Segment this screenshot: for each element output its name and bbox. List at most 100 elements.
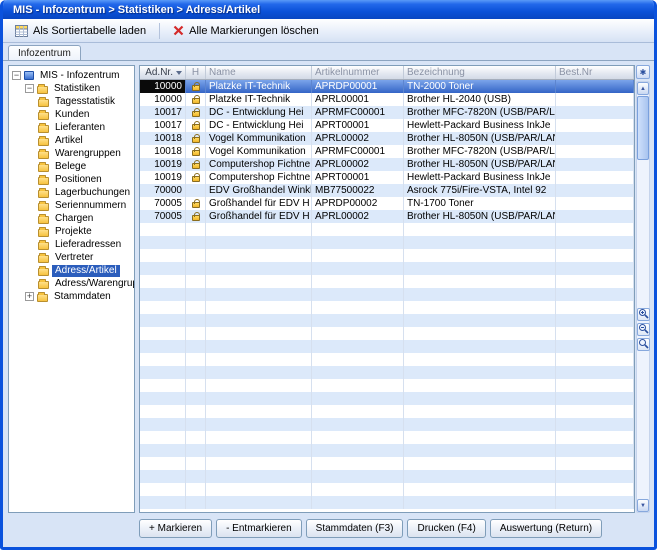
column-config-button[interactable]: ✱: [636, 65, 650, 79]
table-row-empty[interactable]: [140, 301, 634, 314]
table-row-empty[interactable]: [140, 379, 634, 392]
tree-item-stammdaten[interactable]: +Stammdaten: [9, 290, 134, 303]
table-row-empty[interactable]: [140, 353, 634, 366]
tree: −MIS - Infozentrum−StatistikenTagesstati…: [8, 65, 135, 513]
table-row[interactable]: 10017DC - Entwicklung HeiAPRT00001Hewlet…: [140, 119, 634, 132]
tree-item-adress-warengruppen[interactable]: Adress/Warengruppen: [9, 277, 134, 290]
table-row-empty[interactable]: [140, 444, 634, 457]
folder-icon: [38, 203, 49, 211]
tree-item-label: Seriennummern: [52, 200, 129, 212]
table-row[interactable]: 10018Vogel KommunikationAPRL00002Brother…: [140, 132, 634, 145]
table-row-empty[interactable]: [140, 314, 634, 327]
tree-item-lagerbuchungen[interactable]: Lagerbuchungen: [9, 186, 134, 199]
tree-item-kunden[interactable]: Kunden: [9, 108, 134, 121]
tree-item-mis-infozentrum[interactable]: −MIS - Infozentrum: [9, 69, 134, 82]
load-sort-table-button[interactable]: Als Sortiertabelle laden: [8, 22, 153, 40]
cell-empty: [404, 353, 556, 366]
column-header-bezeichnung[interactable]: Bezeichnung: [404, 66, 556, 79]
cell-h: [186, 119, 206, 132]
column-header-artikelnummer[interactable]: Artikelnummer: [312, 66, 404, 79]
cell-bestnr: [556, 210, 634, 223]
cell-empty: [140, 444, 186, 457]
table-row-empty[interactable]: [140, 327, 634, 340]
folder-icon: [38, 255, 49, 263]
table-row-empty[interactable]: [140, 236, 634, 249]
table-row-empty[interactable]: [140, 483, 634, 496]
tree-item-lieferadressen[interactable]: Lieferadressen: [9, 238, 134, 251]
title-bar[interactable]: MIS - Infozentrum > Statistiken > Adress…: [3, 0, 654, 19]
tree-item-warengruppen[interactable]: Warengruppen: [9, 147, 134, 160]
table-row[interactable]: 70005Großhandel für EDV HAPRDP00002TN-17…: [140, 197, 634, 210]
tree-item-label: Lieferanten: [52, 122, 108, 134]
column-header-bestnr[interactable]: Best.Nr: [556, 66, 634, 79]
table-row[interactable]: 10018Vogel KommunikationAPRMFC00001Broth…: [140, 145, 634, 158]
table-row-empty[interactable]: [140, 262, 634, 275]
table-row[interactable]: 70000EDV Großhandel WinklMB77500022Asroc…: [140, 184, 634, 197]
auswertung-return-button[interactable]: Auswertung (Return): [490, 519, 602, 538]
zoom-icon: [638, 336, 649, 354]
tree-item-projekte[interactable]: Projekte: [9, 225, 134, 238]
column-header-label: Ad.Nr.: [145, 67, 173, 78]
cell-h: [186, 171, 206, 184]
scrollbar-thumb[interactable]: [637, 96, 649, 160]
column-header-adnr[interactable]: Ad.Nr.: [140, 66, 186, 79]
cell-empty: [556, 288, 634, 301]
collapse-icon[interactable]: −: [12, 71, 21, 80]
table-row-empty[interactable]: [140, 249, 634, 262]
tree-item-artikel[interactable]: Artikel: [9, 134, 134, 147]
folder-icon: [38, 177, 49, 185]
drucken-f4-button[interactable]: Drucken (F4): [407, 519, 485, 538]
vertical-scrollbar[interactable]: ▲: [636, 81, 650, 513]
table-row-empty[interactable]: [140, 496, 634, 509]
table-row-empty[interactable]: [140, 405, 634, 418]
table-row-empty[interactable]: [140, 418, 634, 431]
table-row-empty[interactable]: [140, 223, 634, 236]
cell-empty: [404, 418, 556, 431]
table-row-empty[interactable]: [140, 288, 634, 301]
lock-icon: [192, 124, 200, 130]
table-row-empty[interactable]: [140, 457, 634, 470]
expand-icon[interactable]: +: [25, 292, 34, 301]
cell-empty: [404, 275, 556, 288]
tree-item-lieferanten[interactable]: Lieferanten: [9, 121, 134, 134]
table-row[interactable]: 70005Großhandel für EDV HAPRL00002Brothe…: [140, 210, 634, 223]
tree-item-seriennummern[interactable]: Seriennummern: [9, 199, 134, 212]
table-row-empty[interactable]: [140, 392, 634, 405]
entmarkieren-button[interactable]: - Entmarkieren: [216, 519, 302, 538]
scroll-down-icon[interactable]: ▼: [637, 499, 649, 512]
column-header-label: Bezeichnung: [407, 67, 465, 78]
markieren-button[interactable]: + Markieren: [139, 519, 212, 538]
cell-empty: [404, 379, 556, 392]
tree-item-chargen[interactable]: Chargen: [9, 212, 134, 225]
table-row[interactable]: 10017DC - Entwicklung HeiAPRMFC00001Brot…: [140, 106, 634, 119]
table-row[interactable]: 10019Computershop FichtneAPRL00002Brothe…: [140, 158, 634, 171]
tree-item-vertreter[interactable]: Vertreter: [9, 251, 134, 264]
column-header-h[interactable]: H: [186, 66, 206, 79]
table-row-empty[interactable]: [140, 340, 634, 353]
tree-item-statistiken[interactable]: −Statistiken: [9, 82, 134, 95]
tree-item-positionen[interactable]: Positionen: [9, 173, 134, 186]
zoom-out-button[interactable]: [637, 323, 650, 336]
table-row[interactable]: 10000Platzke IT-TechnikAPRL00001Brother …: [140, 93, 634, 106]
scroll-up-icon[interactable]: ▲: [637, 82, 649, 95]
cell-empty: [206, 379, 312, 392]
cell-adnr: 10019: [140, 171, 186, 184]
tree-item-adress-artikel[interactable]: Adress/Artikel: [9, 264, 134, 277]
tab-infozentrum[interactable]: Infozentrum: [8, 45, 81, 60]
collapse-icon[interactable]: −: [25, 84, 34, 93]
zoom-button[interactable]: [637, 338, 650, 351]
table-row-empty[interactable]: [140, 366, 634, 379]
stammdaten-f3-button[interactable]: Stammdaten (F3): [306, 519, 404, 538]
table-row[interactable]: 10019Computershop FichtneAPRT00001Hewlet…: [140, 171, 634, 184]
table-row-empty[interactable]: [140, 470, 634, 483]
column-header-name[interactable]: Name: [206, 66, 312, 79]
table-row-empty[interactable]: [140, 431, 634, 444]
table-row[interactable]: 10000Platzke IT-TechnikAPRDP00001TN-2000…: [140, 80, 634, 93]
table-row-empty[interactable]: [140, 275, 634, 288]
lock-icon: [192, 98, 200, 104]
tree-item-belege[interactable]: Belege: [9, 160, 134, 173]
clear-marks-button[interactable]: Alle Markierungen löschen: [166, 22, 326, 40]
zoom-in-button[interactable]: [637, 308, 650, 321]
tree-item-tagesstatistik[interactable]: Tagesstatistik: [9, 95, 134, 108]
sort-desc-icon: [176, 71, 182, 75]
